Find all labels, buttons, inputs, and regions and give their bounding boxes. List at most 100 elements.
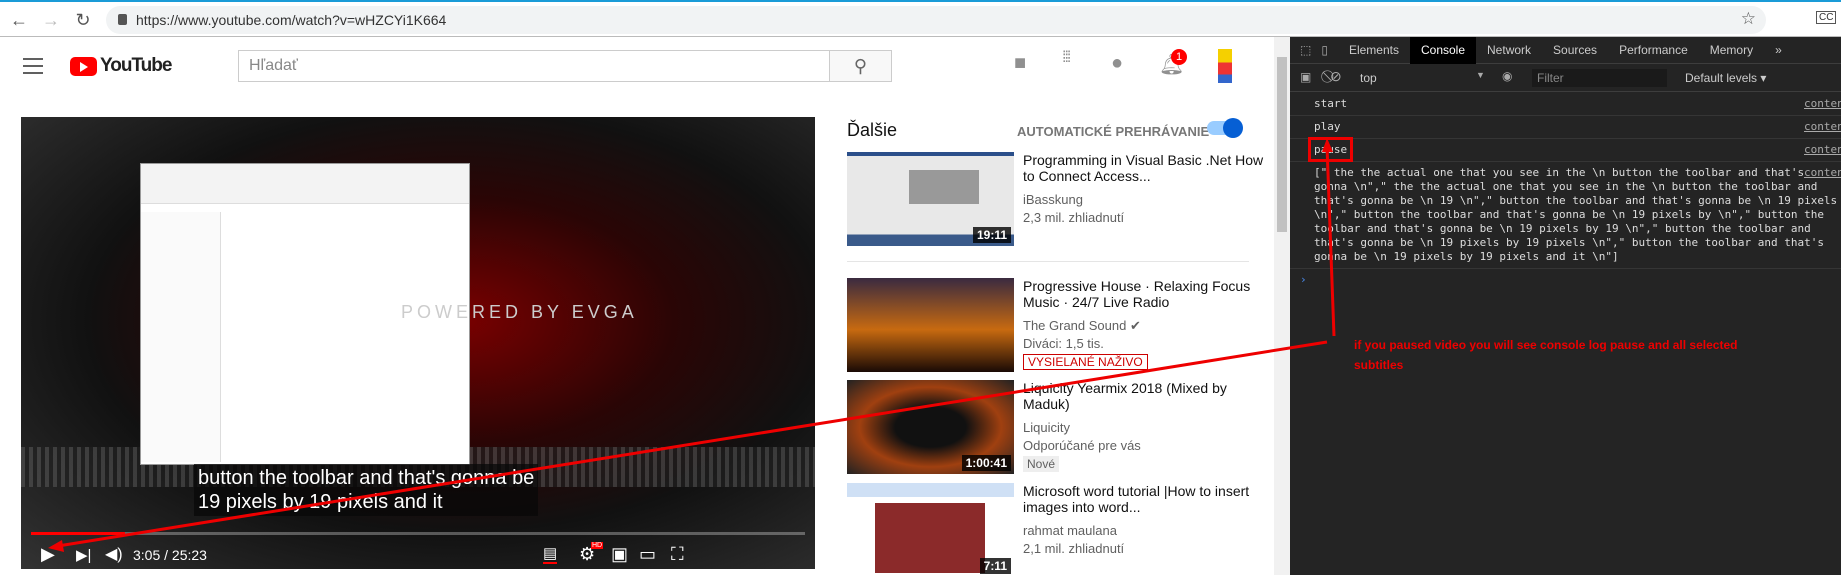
subtitles-icon[interactable]: ▤ [543, 544, 558, 564]
create-video-icon[interactable]: ■ [1014, 52, 1026, 75]
url-text: https://www.youtube.com/watch?v=wHZCYi1K… [136, 12, 447, 28]
context-select[interactable]: top [1360, 71, 1377, 85]
subtitle-line: 19 pixels by 19 pixels and it [198, 491, 443, 513]
tab-memory[interactable]: Memory [1699, 37, 1764, 64]
console-line: start conten [1290, 93, 1841, 116]
reload-icon[interactable]: ↻ [72, 10, 94, 31]
progress-bar[interactable] [31, 532, 805, 535]
video-thumbnail[interactable]: 1:00:41 [847, 380, 1014, 474]
avatar[interactable] [1218, 49, 1232, 83]
video-title[interactable]: Liquicity Yearmix 2018 (Mixed by Maduk) [1023, 380, 1268, 412]
inspect-icon[interactable]: ⬚ [1290, 43, 1317, 57]
console-prompt[interactable]: › [1290, 269, 1841, 291]
live-expression-eye-icon[interactable]: ◉ [1502, 69, 1512, 83]
autoplay-label: AUTOMATICKÉ PREHRÁVANIE [1017, 124, 1210, 139]
list-item[interactable]: 19:11 Programming in Visual Basic .Net H… [847, 152, 1271, 248]
lock-icon [118, 14, 127, 25]
youtube-header: YouTube Hľadať ⚲ ■ ⁞⁞⁞ ● 🔔︎ 1 [0, 37, 1274, 97]
sidebar-toggle-icon[interactable]: ▣ [1300, 70, 1311, 84]
list-item[interactable]: Progressive House · Relaxing Focus Music… [847, 278, 1271, 374]
video-player[interactable]: POWERED BY EVGA button the toolbar and t… [21, 117, 815, 569]
tab-performance[interactable]: Performance [1608, 37, 1699, 64]
search-input[interactable]: Hľadať [238, 50, 830, 82]
tab-elements[interactable]: Elements [1338, 37, 1410, 64]
source-link[interactable]: conten [1804, 97, 1841, 111]
search-button[interactable]: ⚲ [829, 50, 892, 82]
youtube-play-logo-icon [70, 56, 97, 76]
menu-icon[interactable] [20, 55, 46, 77]
console-output: start conten play conten pause conten [" th… [1290, 93, 1841, 291]
messages-icon[interactable]: ● [1111, 52, 1123, 75]
page-scrollbar[interactable] [1274, 37, 1290, 575]
devtools-panel: ⬚ ▯ Elements Console Network Sources Per… [1290, 36, 1841, 575]
progress-fill [31, 532, 126, 535]
autoplay-toggle[interactable] [1207, 118, 1243, 138]
subtitles: button the toolbar and that's gonna be 1… [194, 464, 539, 516]
address-bar[interactable]: https://www.youtube.com/watch?v=wHZCYi1K… [106, 6, 1766, 34]
console-line: play conten [1290, 116, 1841, 139]
console-line: [" the the actual one that you see in th… [1290, 162, 1841, 269]
channel-name[interactable]: Liquicity [1023, 420, 1070, 435]
cc-extension-icon[interactable]: CC [1816, 11, 1837, 24]
video-title[interactable]: Programming in Visual Basic .Net How to … [1023, 152, 1268, 184]
list-item[interactable]: 1:00:41 Liquicity Yearmix 2018 (Mixed by… [847, 380, 1271, 476]
fullscreen-icon[interactable]: ⛶ [671, 544, 684, 565]
apps-icon[interactable]: ⁞⁞⁞ [1062, 50, 1082, 66]
source-link[interactable]: conten [1804, 143, 1841, 157]
verified-icon: ✔ [1129, 318, 1141, 333]
source-link[interactable]: conten [1804, 120, 1841, 134]
channel-name-text: The Grand Sound [1023, 318, 1127, 333]
browser-toolbar: ← → ↻ https://www.youtube.com/watch?v=wH… [0, 0, 1841, 37]
new-badge: Nové [1023, 456, 1060, 472]
play-icon[interactable]: ▶ [41, 544, 55, 565]
channel-name[interactable]: The Grand Sound ✔ [1023, 318, 1141, 334]
duration-badge: 7:11 [979, 558, 1011, 574]
miniplayer-icon[interactable]: ▣ [611, 544, 628, 565]
next-icon[interactable]: ▶| [76, 546, 91, 564]
volume-icon[interactable]: ◀) [105, 544, 123, 564]
block-icon: ⊘ [1330, 68, 1342, 84]
time-display: 3:05 / 25:23 [133, 547, 207, 563]
youtube-logo[interactable]: YouTube [70, 55, 172, 77]
devtools-tabs: ⬚ ▯ Elements Console Network Sources Per… [1290, 36, 1841, 64]
up-next-header: Ďalšie [847, 120, 898, 140]
device-toolbar-icon[interactable]: ▯ [1317, 43, 1338, 57]
tab-network[interactable]: Network [1476, 37, 1542, 64]
theater-mode-icon[interactable]: ▭ [639, 544, 656, 565]
log-levels-select[interactable]: Default levels ▾ [1685, 71, 1766, 85]
video-meta: 2,1 mil. zhliadnutí [1023, 541, 1125, 556]
log-array-text: [" the the actual one that you see in th… [1314, 166, 1838, 263]
more-tabs-button[interactable]: » [1764, 37, 1793, 64]
console-toolbar: ▣ ⃠ ⊘ top ▼ ◉ Filter Default levels ▾ [1290, 64, 1841, 92]
video-thumbnail[interactable] [847, 278, 1014, 372]
forward-icon[interactable]: → [40, 10, 62, 31]
notification-badge: 1 [1171, 49, 1187, 65]
duration-badge: 19:11 [972, 227, 1011, 243]
hd-badge: HD [591, 542, 604, 549]
context-dropdown-icon[interactable]: ▼ [1476, 70, 1485, 80]
bookmark-star-icon[interactable]: ☆ [1741, 9, 1756, 29]
video-brand-text: POWERED BY EVGA [401, 302, 638, 322]
log-text: play [1314, 120, 1341, 133]
video-title[interactable]: Progressive House · Relaxing Focus Music… [1023, 278, 1268, 310]
channel-name[interactable]: rahmat maulana [1023, 523, 1117, 538]
subtitle-line: button the toolbar and that's gonna be [198, 467, 535, 489]
log-text: pause [1307, 137, 1354, 162]
scrollbar-thumb[interactable] [1277, 57, 1287, 232]
search-icon: ⚲ [853, 56, 868, 76]
player-controls: ▶ ▶| ◀) 3:05 / 25:23 ▤ ⚙ HD ▣ ▭ ⛶ [21, 542, 815, 569]
log-text: start [1314, 97, 1348, 110]
source-link[interactable]: conten [1804, 166, 1841, 180]
back-icon[interactable]: ← [8, 10, 30, 31]
duration-badge: 1:00:41 [961, 455, 1011, 471]
filter-input[interactable]: Filter [1532, 69, 1667, 87]
list-item[interactable]: 7:11 Microsoft word tutorial |How to ins… [847, 483, 1271, 579]
video-meta: Diváci: 1,5 tis. [1023, 336, 1104, 351]
tab-console[interactable]: Console [1409, 36, 1477, 64]
channel-name[interactable]: iBasskung [1023, 192, 1083, 207]
tab-sources[interactable]: Sources [1542, 37, 1608, 64]
video-thumbnail[interactable]: 19:11 [847, 152, 1014, 246]
video-thumbnail[interactable]: 7:11 [847, 483, 1014, 577]
divider [847, 261, 1249, 262]
video-title[interactable]: Microsoft word tutorial |How to insert i… [1023, 483, 1268, 515]
